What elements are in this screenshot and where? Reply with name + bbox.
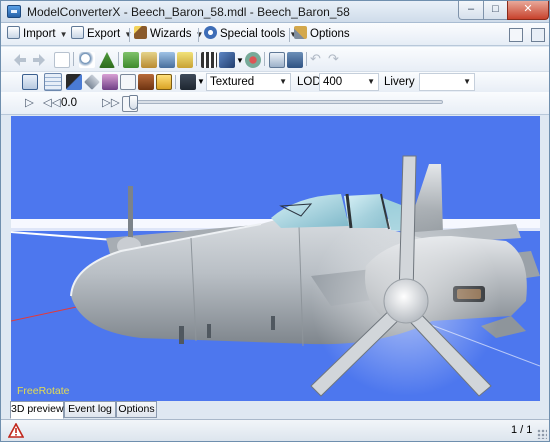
view-toolbar: ▼ Textured ▼ LOD 400 ▼ Livery ▼ (1, 72, 549, 92)
save-icon[interactable] (287, 52, 303, 68)
tab-3d-preview[interactable]: 3D preview (10, 401, 64, 419)
main-toolbar: ▼ ↶ ↷ (1, 47, 549, 72)
attach-icon[interactable] (84, 74, 100, 90)
toolbar-separator (118, 52, 119, 66)
import-icon (7, 26, 20, 39)
texture-icon[interactable] (159, 52, 175, 68)
gear-icon (204, 26, 217, 39)
wizards-menu[interactable]: Wizards ▼ (134, 26, 203, 43)
tab-options[interactable]: Options (116, 401, 157, 418)
status-count: 1 / 1 (511, 424, 533, 436)
resize-grip[interactable] (537, 429, 547, 439)
undo-icon[interactable]: ↶ (310, 51, 321, 67)
export-icon (71, 26, 84, 39)
timeline-slider[interactable] (133, 100, 443, 104)
tab-event-log[interactable]: Event log (64, 401, 116, 418)
timeline-slider-thumb[interactable] (129, 95, 138, 110)
fast-forward-icon[interactable]: ▷▷ (102, 95, 120, 111)
document-icon[interactable] (509, 28, 523, 42)
menu-bar: Import▼ Export▼ Wizards▼ Special tools▼ … (1, 23, 549, 46)
toolbar-separator (73, 52, 74, 66)
lod-label: LOD (297, 76, 321, 88)
camera-icon[interactable] (180, 74, 196, 90)
animation-toolbar: ▷ ◁◁ 0.0 ▷▷ (1, 92, 549, 115)
viewport-mode-label: FreeRotate (17, 385, 70, 397)
wireframe-icon[interactable] (120, 74, 136, 90)
rewind-icon[interactable]: ◁◁ (43, 95, 61, 111)
redo-icon[interactable]: ↷ (328, 51, 339, 67)
toolbar-separator (306, 52, 307, 66)
tools-icon (294, 26, 307, 39)
film-icon[interactable] (201, 52, 217, 68)
warning-triangle-icon[interactable] (8, 423, 24, 438)
help-icon[interactable] (531, 28, 545, 42)
minimize-button[interactable]: – (458, 1, 484, 20)
play-icon[interactable]: ▷ (25, 95, 34, 111)
axis-icon[interactable] (66, 74, 82, 90)
options-menu[interactable]: Options (294, 26, 350, 43)
livery-select[interactable]: ▼ (419, 73, 475, 91)
maximize-button[interactable]: □ (483, 1, 508, 20)
page-icon[interactable] (54, 52, 70, 68)
image-icon[interactable] (177, 52, 193, 68)
menu-separator (198, 28, 199, 42)
lod-select[interactable]: 400 ▼ (319, 73, 379, 91)
app-icon (7, 5, 21, 18)
arrow-right-icon[interactable] (31, 52, 47, 68)
window-title: ModelConverterX - Beech_Baron_58.mdl - B… (27, 5, 350, 19)
toolbar-separator (175, 75, 176, 89)
livery-label: Livery (384, 76, 415, 88)
wand-icon (134, 26, 147, 39)
texture-toggle-icon[interactable] (156, 74, 172, 90)
window-icon[interactable] (269, 52, 285, 68)
grid-icon[interactable] (123, 52, 139, 68)
3d-preview-viewport[interactable]: FreeRotate (11, 116, 540, 401)
hierarchy-icon[interactable] (99, 52, 115, 68)
import-menu[interactable]: Import ▼ (7, 26, 68, 43)
application-window: ModelConverterX - Beech_Baron_58.mdl - B… (0, 0, 550, 442)
animation-time: 0.0 (61, 97, 77, 109)
fit-view-icon[interactable] (22, 74, 38, 90)
material-icon[interactable] (141, 52, 157, 68)
status-bar: 1 / 1 (1, 419, 549, 441)
grid-toggle-icon[interactable] (44, 73, 62, 91)
title-bar: ModelConverterX - Beech_Baron_58.mdl - B… (1, 1, 549, 23)
close-button[interactable]: ✕ (507, 1, 549, 20)
aircraft-render (11, 155, 540, 397)
light-icon[interactable] (102, 74, 118, 90)
dropdown-caret[interactable]: ▼ (236, 53, 244, 69)
zoom-icon[interactable] (79, 52, 95, 68)
menu-separator (129, 28, 130, 42)
effects-icon[interactable] (245, 52, 261, 68)
toolbar-separator (196, 52, 197, 66)
camera-caret[interactable]: ▼ (197, 74, 205, 90)
menu-separator (289, 28, 290, 42)
arrow-left-icon[interactable] (12, 52, 28, 68)
toolbar-separator (264, 52, 265, 66)
special-tools-menu[interactable]: Special tools▼ (204, 26, 297, 43)
bricks-icon[interactable] (138, 74, 154, 90)
render-mode-select[interactable]: Textured ▼ (206, 73, 291, 91)
export-menu[interactable]: Export▼ (71, 26, 132, 43)
variables-icon[interactable] (219, 52, 235, 68)
